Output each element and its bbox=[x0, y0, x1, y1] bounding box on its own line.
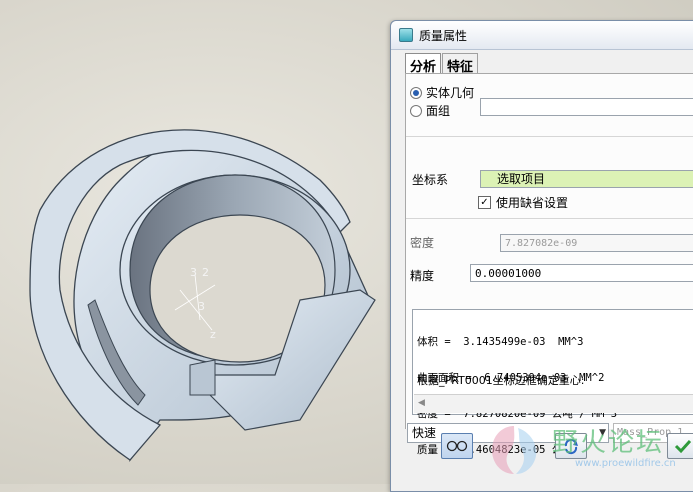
tab-end bbox=[189, 359, 216, 396]
watermark-text: 野火论坛 bbox=[552, 428, 665, 458]
quilt-label: 面组 bbox=[426, 104, 451, 118]
analysis-panel: 实体几何 面组 坐标系 选取项目 ✓ 使用缺省设置 密度 7.827082e-0… bbox=[405, 73, 693, 456]
density-label: 密度 bbox=[410, 236, 435, 250]
glasses-icon bbox=[446, 440, 468, 452]
accuracy-label: 精度 bbox=[410, 269, 435, 283]
tab-analysis[interactable]: 分析 bbox=[405, 53, 442, 75]
horizontal-scrollbar[interactable]: ◀ bbox=[414, 394, 693, 413]
use-default-option[interactable]: ✓ 使用缺省设置 bbox=[478, 194, 568, 211]
tab-feature[interactable]: 特征 bbox=[442, 53, 479, 75]
accuracy-field[interactable]: 0.00001000 bbox=[470, 264, 693, 282]
quilt-option[interactable]: 面组 bbox=[410, 102, 450, 119]
solid-geometry-option[interactable]: 实体几何 bbox=[410, 84, 474, 101]
results-area[interactable]: 体积 = 3.1435499e-03 MM^3 曲面面积 = 6.7405394… bbox=[412, 309, 693, 456]
csys-label: 坐标系 bbox=[412, 173, 449, 187]
check-icon[interactable]: ✓ bbox=[478, 196, 491, 209]
divider bbox=[406, 218, 693, 219]
scroll-left-icon[interactable]: ◀ bbox=[418, 398, 425, 408]
radio-button[interactable] bbox=[410, 86, 422, 99]
quilt-input[interactable] bbox=[480, 98, 693, 116]
csys-label: 3 bbox=[190, 266, 197, 279]
tab-strip: 分析 特征 bbox=[405, 53, 479, 75]
csys-label: 3 bbox=[198, 300, 205, 313]
volume-result: 体积 = 3.1435499e-03 MM^3 bbox=[417, 336, 584, 348]
solid-geometry-label: 实体几何 bbox=[426, 86, 475, 100]
dialog-icon bbox=[399, 28, 413, 42]
center-of-gravity-note: 根据_PRT0001坐标边框确定重心: bbox=[417, 374, 585, 387]
preview-button[interactable] bbox=[441, 433, 473, 459]
csys-label: 2 bbox=[202, 266, 209, 279]
checkmark-icon bbox=[674, 439, 692, 454]
divider bbox=[406, 136, 693, 137]
density-field: 7.827082e-09 bbox=[500, 234, 693, 252]
csys-selector[interactable]: 选取项目 bbox=[480, 170, 693, 188]
mode-value: 快速 bbox=[412, 426, 437, 440]
dialog-titlebar[interactable]: 质量属性 bbox=[391, 21, 693, 50]
radio-button[interactable] bbox=[410, 104, 422, 117]
ok-button[interactable] bbox=[667, 433, 693, 459]
watermark-logo-icon bbox=[492, 426, 537, 474]
dialog-title: 质量属性 bbox=[419, 28, 468, 43]
use-default-label: 使用缺省设置 bbox=[496, 196, 569, 210]
watermark-url: www.proewildfire.cn bbox=[575, 458, 676, 469]
csys-label: z bbox=[210, 328, 216, 341]
